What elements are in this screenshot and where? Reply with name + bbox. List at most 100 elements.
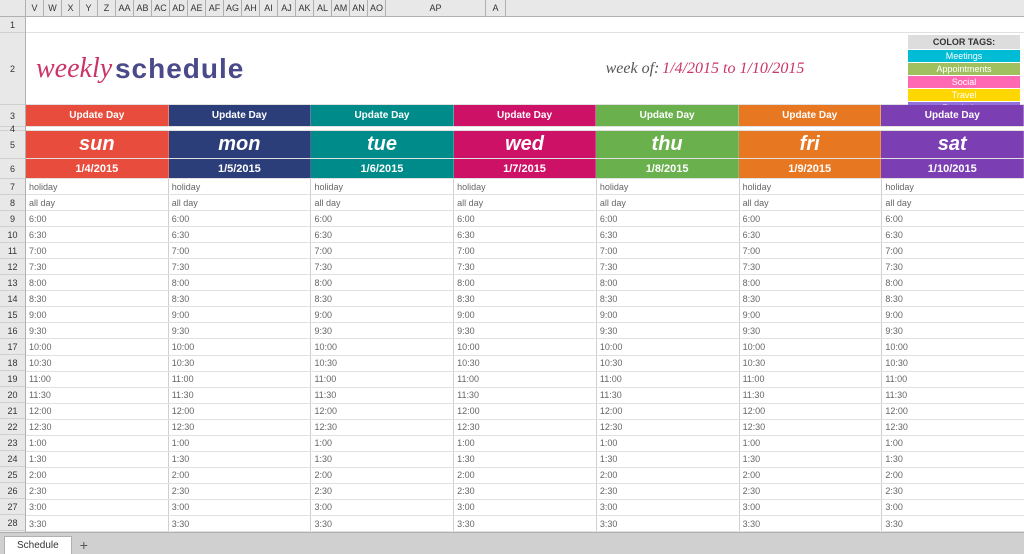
time-cell-fri-13[interactable]: 11:30 [740,388,883,403]
time-cell-mon-10[interactable]: 10:00 [169,339,312,354]
time-cell-mon-3[interactable]: 6:30 [169,227,312,242]
time-cell-fri-8[interactable]: 9:00 [740,307,883,322]
time-cell-sat-8[interactable]: 9:00 [882,307,1024,322]
time-cell-thu-15[interactable]: 12:30 [597,420,740,435]
time-cell-tue-11[interactable]: 10:30 [311,356,454,371]
time-cell-sun-7[interactable]: 8:30 [26,291,169,306]
time-cell-fri-21[interactable]: 3:30 [740,516,883,531]
time-cell-sat-21[interactable]: 3:30 [882,516,1024,531]
time-cell-sun-11[interactable]: 10:30 [26,356,169,371]
time-cell-tue-9[interactable]: 9:30 [311,323,454,338]
time-cell-wed-14[interactable]: 12:00 [454,404,597,419]
time-cell-tue-4[interactable]: 7:00 [311,243,454,258]
time-cell-tue-8[interactable]: 9:00 [311,307,454,322]
time-cell-mon-4[interactable]: 7:00 [169,243,312,258]
time-cell-mon-16[interactable]: 1:00 [169,436,312,451]
time-cell-tue-18[interactable]: 2:00 [311,468,454,483]
update-day-wed[interactable]: Update Day [454,105,597,126]
time-cell-wed-6[interactable]: 8:00 [454,275,597,290]
time-cell-fri-12[interactable]: 11:00 [740,372,883,387]
time-cell-fri-16[interactable]: 1:00 [740,436,883,451]
time-cell-mon-21[interactable]: 3:30 [169,516,312,531]
time-cell-tue-6[interactable]: 8:00 [311,275,454,290]
time-cell-sat-1[interactable]: all day [882,195,1024,210]
time-cell-thu-17[interactable]: 1:30 [597,452,740,467]
time-cell-sun-20[interactable]: 3:00 [26,500,169,515]
time-cell-mon-17[interactable]: 1:30 [169,452,312,467]
time-cell-thu-19[interactable]: 2:30 [597,484,740,499]
time-cell-mon-9[interactable]: 9:30 [169,323,312,338]
update-day-fri[interactable]: Update Day [739,105,882,126]
time-cell-wed-19[interactable]: 2:30 [454,484,597,499]
time-cell-thu-4[interactable]: 7:00 [597,243,740,258]
time-cell-wed-20[interactable]: 3:00 [454,500,597,515]
time-cell-sun-8[interactable]: 9:00 [26,307,169,322]
time-cell-sat-15[interactable]: 12:30 [882,420,1024,435]
time-cell-tue-3[interactable]: 6:30 [311,227,454,242]
time-cell-sat-7[interactable]: 8:30 [882,291,1024,306]
time-cell-mon-8[interactable]: 9:00 [169,307,312,322]
time-cell-sun-13[interactable]: 11:30 [26,388,169,403]
time-cell-wed-16[interactable]: 1:00 [454,436,597,451]
time-cell-thu-7[interactable]: 8:30 [597,291,740,306]
time-cell-tue-14[interactable]: 12:00 [311,404,454,419]
time-cell-fri-2[interactable]: 6:00 [740,211,883,226]
time-cell-tue-20[interactable]: 3:00 [311,500,454,515]
time-cell-sat-9[interactable]: 9:30 [882,323,1024,338]
time-cell-sun-21[interactable]: 3:30 [26,516,169,531]
time-cell-sat-3[interactable]: 6:30 [882,227,1024,242]
time-cell-fri-19[interactable]: 2:30 [740,484,883,499]
update-day-sat[interactable]: Update Day [881,105,1024,126]
time-cell-wed-13[interactable]: 11:30 [454,388,597,403]
time-cell-thu-3[interactable]: 6:30 [597,227,740,242]
time-cell-fri-14[interactable]: 12:00 [740,404,883,419]
time-cell-wed-3[interactable]: 6:30 [454,227,597,242]
time-cell-sun-0[interactable]: holiday [26,179,169,194]
time-cell-fri-20[interactable]: 3:00 [740,500,883,515]
time-cell-sat-20[interactable]: 3:00 [882,500,1024,515]
update-day-tue[interactable]: Update Day [311,105,454,126]
time-cell-sun-18[interactable]: 2:00 [26,468,169,483]
time-cell-sun-16[interactable]: 1:00 [26,436,169,451]
time-cell-wed-21[interactable]: 3:30 [454,516,597,531]
time-cell-tue-10[interactable]: 10:00 [311,339,454,354]
time-cell-fri-1[interactable]: all day [740,195,883,210]
time-cell-fri-10[interactable]: 10:00 [740,339,883,354]
time-cell-tue-17[interactable]: 1:30 [311,452,454,467]
time-cell-fri-5[interactable]: 7:30 [740,259,883,274]
update-day-row[interactable]: Update DayUpdate DayUpdate DayUpdate Day… [26,105,1024,127]
time-cell-mon-12[interactable]: 11:00 [169,372,312,387]
time-cell-wed-5[interactable]: 7:30 [454,259,597,274]
time-cell-sun-17[interactable]: 1:30 [26,452,169,467]
time-cell-wed-0[interactable]: holiday [454,179,597,194]
time-cell-thu-11[interactable]: 10:30 [597,356,740,371]
time-cell-tue-21[interactable]: 3:30 [311,516,454,531]
time-cell-sun-9[interactable]: 9:30 [26,323,169,338]
time-cell-thu-16[interactable]: 1:00 [597,436,740,451]
update-day-thu[interactable]: Update Day [596,105,739,126]
time-cell-wed-7[interactable]: 8:30 [454,291,597,306]
time-cell-tue-12[interactable]: 11:00 [311,372,454,387]
time-cell-mon-15[interactable]: 12:30 [169,420,312,435]
time-cell-sat-10[interactable]: 10:00 [882,339,1024,354]
time-cell-sat-14[interactable]: 12:00 [882,404,1024,419]
time-cell-tue-15[interactable]: 12:30 [311,420,454,435]
time-cell-sun-12[interactable]: 11:00 [26,372,169,387]
time-cell-tue-0[interactable]: holiday [311,179,454,194]
time-cell-fri-0[interactable]: holiday [740,179,883,194]
time-cell-sun-19[interactable]: 2:30 [26,484,169,499]
time-cell-mon-2[interactable]: 6:00 [169,211,312,226]
time-cell-mon-19[interactable]: 2:30 [169,484,312,499]
time-cell-wed-18[interactable]: 2:00 [454,468,597,483]
time-cell-sat-18[interactable]: 2:00 [882,468,1024,483]
time-cell-wed-17[interactable]: 1:30 [454,452,597,467]
time-cell-thu-2[interactable]: 6:00 [597,211,740,226]
time-cell-sat-11[interactable]: 10:30 [882,356,1024,371]
time-cell-thu-0[interactable]: holiday [597,179,740,194]
time-cell-thu-1[interactable]: all day [597,195,740,210]
time-cell-sat-13[interactable]: 11:30 [882,388,1024,403]
time-cell-sat-16[interactable]: 1:00 [882,436,1024,451]
time-cell-sat-6[interactable]: 8:00 [882,275,1024,290]
time-cell-sun-3[interactable]: 6:30 [26,227,169,242]
time-cell-sat-4[interactable]: 7:00 [882,243,1024,258]
